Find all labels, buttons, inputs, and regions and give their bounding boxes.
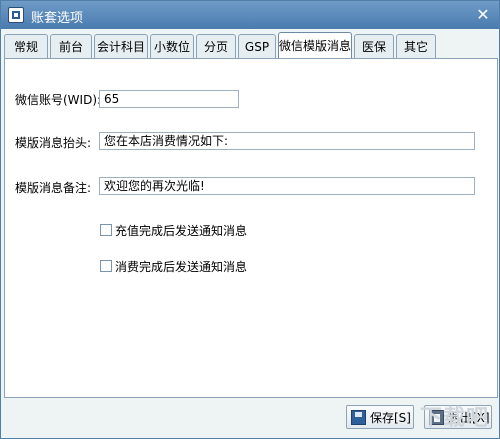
save-button[interactable]: 保存[S]	[346, 405, 414, 429]
tab-medical-insurance[interactable]: 医保	[354, 34, 394, 58]
watermark-text: 下载吧	[419, 406, 489, 431]
app-icon	[8, 7, 24, 23]
window-title: 账套选项	[31, 11, 84, 26]
close-button[interactable]: ✕	[473, 6, 493, 24]
floppy-disk-icon	[351, 409, 366, 425]
consume-notify-checkbox[interactable]	[100, 260, 112, 272]
save-button-label: 保存[S]	[370, 410, 411, 425]
note-label: 模版消息备注:	[15, 181, 92, 195]
wid-label: 微信账号(WID):	[15, 93, 102, 107]
dialog-window: 账套选项 ✕ 常规 前台 会计科目 小数位 分页 GSP 微信模版消息 医保 其…	[0, 0, 500, 439]
header-input[interactable]: 您在本店消费情况如下:	[99, 132, 475, 150]
header-label: 模版消息抬头:	[15, 136, 92, 150]
wechat-settings-panel: 微信账号(WID): 65 模版消息抬头: 您在本店消费情况如下: 模版消息备注…	[4, 58, 498, 398]
tab-pagination[interactable]: 分页	[196, 34, 236, 58]
title-bar[interactable]: 账套选项 ✕	[1, 1, 499, 29]
recharge-notify-label[interactable]: 充值完成后发送通知消息	[115, 222, 247, 239]
tab-bar: 常规 前台 会计科目 小数位 分页 GSP 微信模版消息 医保 其它	[4, 32, 498, 58]
consume-notify-label[interactable]: 消费完成后发送通知消息	[115, 258, 247, 275]
tab-wechat-template[interactable]: 微信模版消息	[278, 32, 352, 58]
tab-general[interactable]: 常规	[4, 34, 48, 58]
tab-front-desk[interactable]: 前台	[50, 34, 92, 58]
note-input[interactable]: 欢迎您的再次光临!	[99, 177, 475, 195]
tab-accounting-subjects[interactable]: 会计科目	[94, 34, 148, 58]
tab-decimal-places[interactable]: 小数位	[150, 34, 194, 58]
tab-gsp[interactable]: GSP	[238, 34, 276, 58]
tab-other[interactable]: 其它	[396, 34, 436, 58]
wid-input[interactable]: 65	[99, 90, 239, 108]
recharge-notify-checkbox[interactable]	[100, 224, 112, 236]
